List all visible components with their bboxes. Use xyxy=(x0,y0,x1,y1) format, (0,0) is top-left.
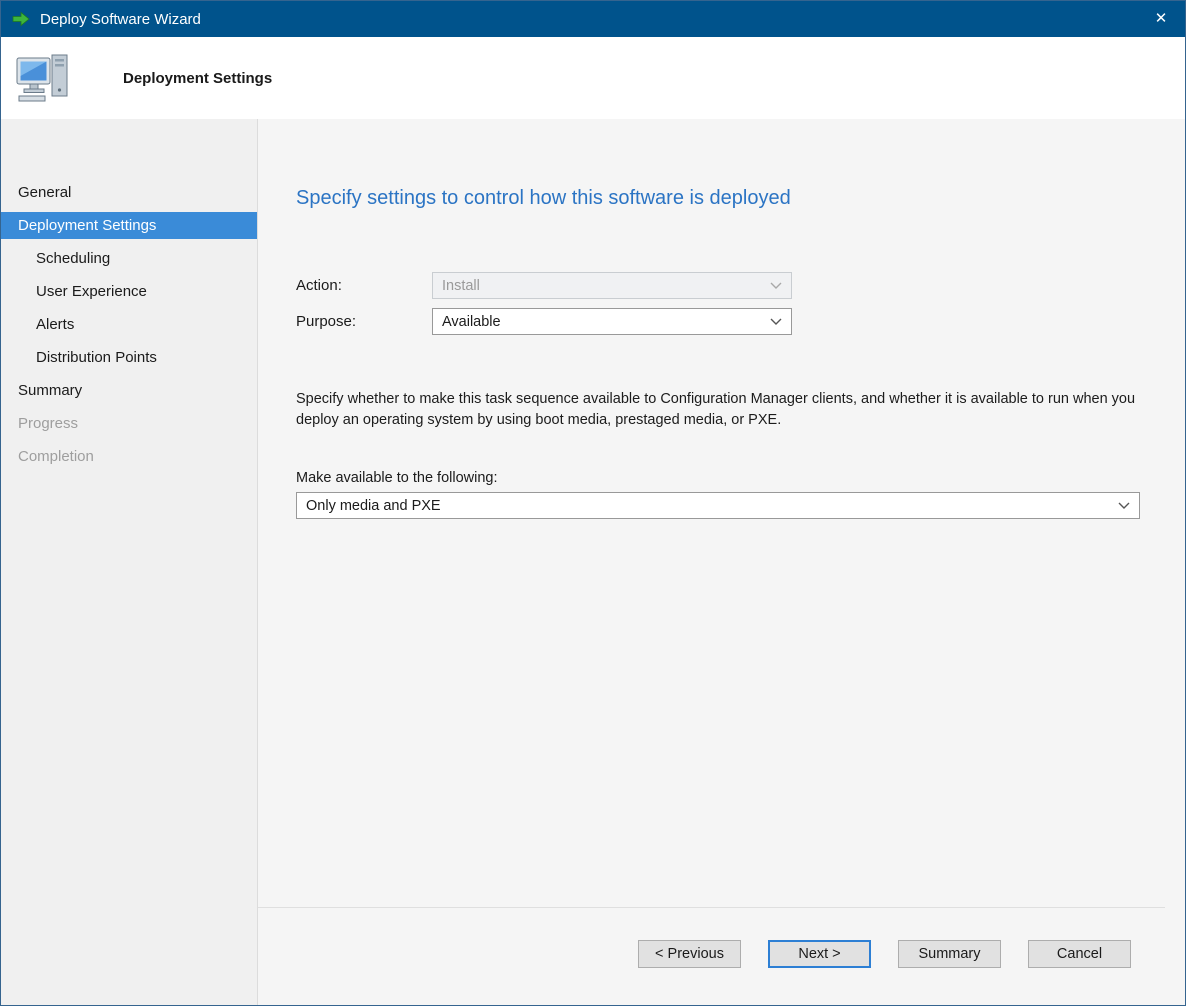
description-text: Specify whether to make this task sequen… xyxy=(296,389,1158,430)
titlebar: Deploy Software Wizard ✕ xyxy=(1,1,1185,37)
wizard-header: Deployment Settings xyxy=(1,37,1185,119)
nav-deployment-settings[interactable]: Deployment Settings xyxy=(1,212,257,239)
chevron-down-icon xyxy=(1118,502,1130,510)
action-label: Action: xyxy=(296,277,432,294)
purpose-dropdown[interactable]: Available xyxy=(432,308,792,335)
wizard-green-arrow-icon xyxy=(11,9,31,29)
previous-button[interactable]: < Previous xyxy=(638,940,741,968)
nav-general[interactable]: General xyxy=(1,179,257,206)
computer-icon xyxy=(15,51,71,105)
wizard-nav: General Deployment Settings Scheduling U… xyxy=(1,119,258,1005)
nav-user-experience[interactable]: User Experience xyxy=(1,278,257,305)
nav-distribution-points[interactable]: Distribution Points xyxy=(1,344,257,371)
deploy-software-wizard-window: Deploy Software Wizard ✕ Deployment Sett… xyxy=(0,0,1186,1006)
make-available-value: Only media and PXE xyxy=(306,498,441,514)
cancel-button[interactable]: Cancel xyxy=(1028,940,1131,968)
nav-completion: Completion xyxy=(1,443,257,470)
nav-progress: Progress xyxy=(1,410,257,437)
chevron-down-icon xyxy=(770,282,782,290)
action-dropdown: Install xyxy=(432,272,792,299)
wizard-content: Specify settings to control how this sof… xyxy=(258,119,1185,907)
next-button[interactable]: Next > xyxy=(768,940,871,968)
nav-summary[interactable]: Summary xyxy=(1,377,257,404)
purpose-label: Purpose: xyxy=(296,313,432,330)
nav-alerts[interactable]: Alerts xyxy=(1,311,257,338)
wizard-body: General Deployment Settings Scheduling U… xyxy=(1,119,1185,1005)
window-title: Deploy Software Wizard xyxy=(40,11,201,28)
action-value: Install xyxy=(442,278,480,294)
make-available-dropdown[interactable]: Only media and PXE xyxy=(296,492,1140,519)
deployment-form: Action: Install Purpose: xyxy=(296,272,1140,335)
nav-scheduling[interactable]: Scheduling xyxy=(1,245,257,272)
action-row: Action: Install xyxy=(296,272,1140,299)
purpose-value: Available xyxy=(442,314,501,330)
page-title: Deployment Settings xyxy=(123,70,272,87)
close-icon[interactable]: ✕ xyxy=(1137,1,1185,37)
make-available-label: Make available to the following: xyxy=(296,470,1140,486)
chevron-down-icon xyxy=(770,318,782,326)
content-heading: Specify settings to control how this sof… xyxy=(296,187,1140,210)
wizard-main: Specify settings to control how this sof… xyxy=(258,119,1185,1005)
summary-button[interactable]: Summary xyxy=(898,940,1001,968)
purpose-row: Purpose: Available xyxy=(296,308,1140,335)
wizard-footer: < Previous Next > Summary Cancel xyxy=(258,907,1165,1005)
